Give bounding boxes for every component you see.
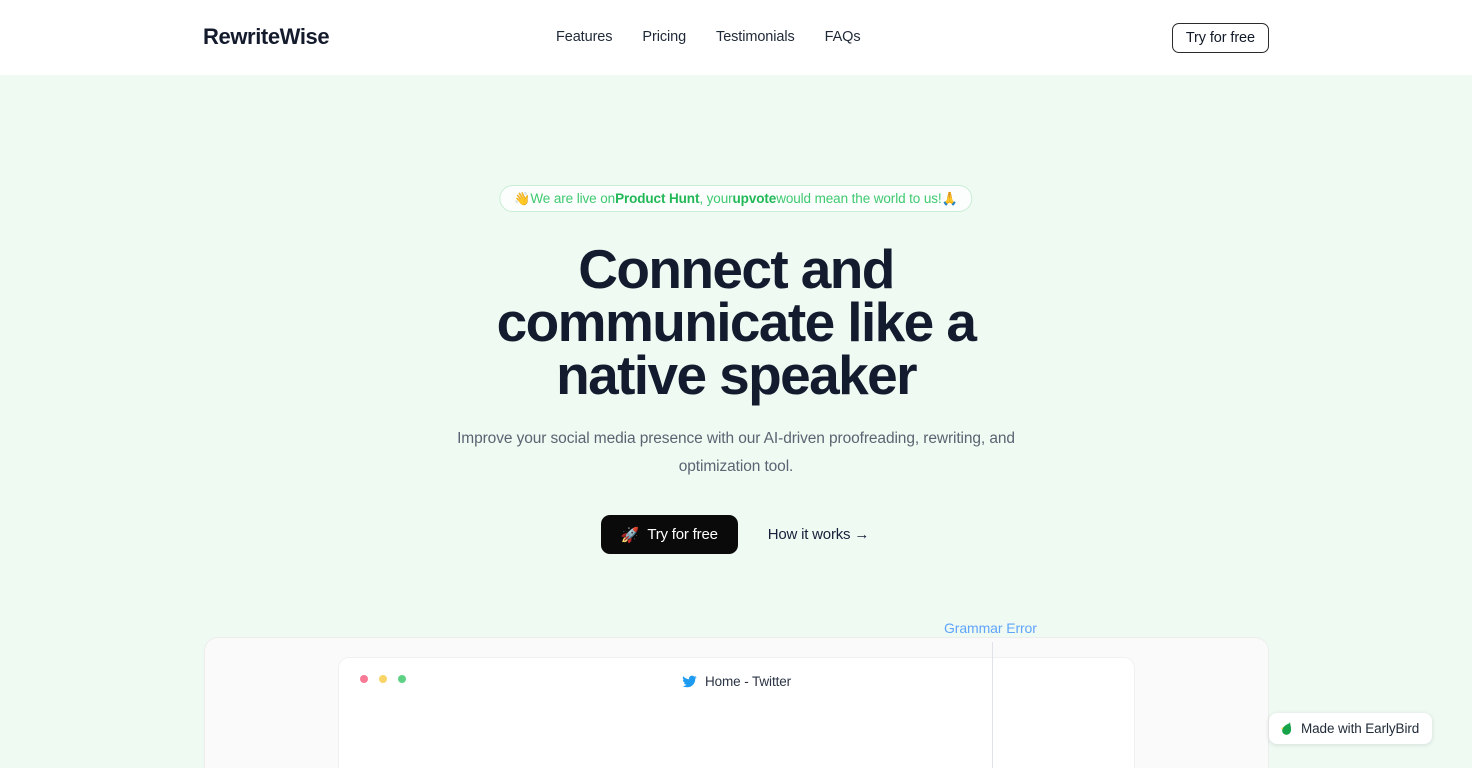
banner-text-after: would mean the world to us! xyxy=(776,191,942,206)
banner-upvote-link[interactable]: upvote xyxy=(733,191,777,206)
banner-text-before: We are live on xyxy=(530,191,616,206)
brand-logo[interactable]: RewriteWise xyxy=(203,24,330,50)
headline-line-1: Connect and xyxy=(578,238,895,300)
hero-cta-label: Try for free xyxy=(647,526,718,543)
hero-headline: Connect and communicate like a native sp… xyxy=(0,238,1472,406)
earlybird-badge-label: Made with EarlyBird xyxy=(1301,721,1420,736)
waving-hand-icon: 👋 xyxy=(514,190,531,206)
folded-hands-icon: 🙏 xyxy=(941,190,958,206)
grammar-error-annotation: Grammar Error xyxy=(944,620,1037,636)
headline-line-3: native speaker xyxy=(556,344,917,406)
earlybird-bird-icon xyxy=(1281,722,1292,735)
hero-cta-row: 🚀 Try for free How it works → xyxy=(0,515,1472,554)
landing-page: RewriteWise Features Pricing Testimonial… xyxy=(0,0,1472,768)
headline-line-2: communicate like a xyxy=(496,291,977,353)
site-header: RewriteWise Features Pricing Testimonial… xyxy=(0,0,1472,75)
browser-tab-title-label: Home - Twitter xyxy=(704,674,792,689)
banner-product-hunt-link[interactable]: Product Hunt xyxy=(615,191,699,206)
header-try-for-free-button[interactable]: Try for free xyxy=(1171,23,1269,53)
browser-mockup: Home - Twitter xyxy=(338,657,1135,768)
how-it-works-link[interactable]: How it works → xyxy=(766,520,871,549)
banner-text-middle: , your xyxy=(699,191,733,206)
hero-subtitle: Improve your social media presence with … xyxy=(457,430,1015,475)
product-hunt-banner[interactable]: 👋 We are live on Product Hunt, your upvo… xyxy=(499,185,973,212)
main-navigation: Features Pricing Testimonials FAQs xyxy=(556,29,861,45)
twitter-bird-icon xyxy=(682,675,697,688)
rocket-icon: 🚀 xyxy=(620,526,640,544)
nav-item-testimonials[interactable]: Testimonials xyxy=(716,29,795,45)
grammar-error-connector-line xyxy=(992,642,993,768)
browser-title-bar: Home - Twitter xyxy=(339,658,1134,704)
hero-try-for-free-button[interactable]: 🚀 Try for free xyxy=(600,515,738,554)
nav-item-faqs[interactable]: FAQs xyxy=(825,29,861,45)
nav-item-pricing[interactable]: Pricing xyxy=(642,29,686,45)
browser-tab-title: Home - Twitter xyxy=(339,674,1134,689)
made-with-earlybird-badge[interactable]: Made with EarlyBird xyxy=(1269,713,1433,744)
nav-item-features[interactable]: Features xyxy=(556,29,613,45)
